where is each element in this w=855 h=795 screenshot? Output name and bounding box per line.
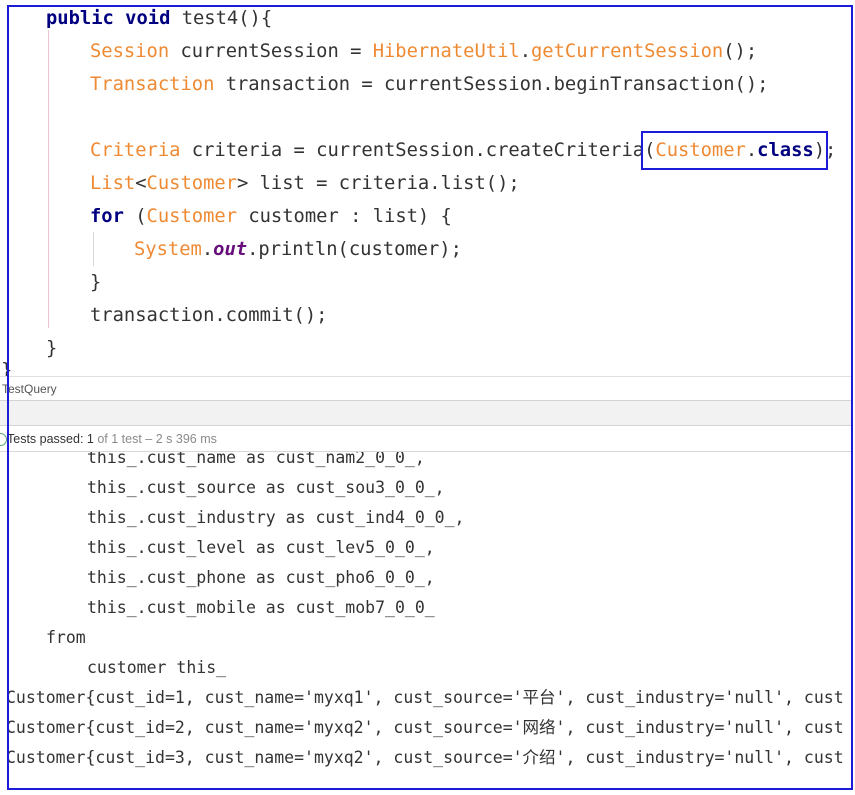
code-text: criteria = currentSession.createCriteria <box>180 140 645 161</box>
type-name-list: List <box>90 173 136 194</box>
code-text: ( <box>644 140 656 161</box>
type-name-customer: Customer <box>655 140 746 161</box>
code-text: .println(customer); <box>247 239 462 260</box>
console-line: Customer{cust_id=2, cust_name='myxq2', c… <box>6 718 844 737</box>
console-line: this_.cust_industry as cust_ind4_0_0_, <box>87 508 465 527</box>
console-line: Customer{cust_id=1, cust_name='myxq1', c… <box>6 688 844 707</box>
code-line: } <box>0 266 853 299</box>
code-text: . <box>519 41 531 62</box>
panel-divider <box>0 376 853 377</box>
type-name-hibernateutil: HibernateUtil <box>372 41 520 62</box>
type-name-transaction: Transaction <box>90 74 215 95</box>
code-line: } <box>0 332 853 365</box>
keyword-for: for <box>90 206 124 227</box>
code-lines: public void test4(){ Session currentSess… <box>0 2 853 365</box>
ide-window: public void test4(){ Session currentSess… <box>0 0 855 795</box>
static-field-out: out <box>213 239 248 260</box>
method-signature: test4(){ <box>170 8 273 29</box>
console-line: this_.cust_source as cust_sou3_0_0_, <box>87 478 445 497</box>
test-run-tab[interactable]: TestQuery <box>2 382 57 396</box>
code-line: Criteria criteria = currentSession.creat… <box>0 134 853 167</box>
code-text: transaction = currentSession.beginTransa… <box>214 74 769 95</box>
code-line: transaction.commit(); <box>0 299 853 332</box>
type-name-customer: Customer <box>146 206 238 227</box>
code-text: (); <box>723 41 758 62</box>
highlight-box: (Customer.class) <box>644 140 825 161</box>
code-text: . <box>201 239 214 260</box>
console-output[interactable]: this_.cust_name as cust_nam2_0_0_, this_… <box>0 452 852 788</box>
console-line: from <box>46 628 86 647</box>
code-text: transaction.commit(); <box>90 305 328 326</box>
code-text: } <box>46 338 58 359</box>
keyword-void: void <box>125 8 171 29</box>
status-detail: of 1 test – 2 s 396 ms <box>97 432 217 446</box>
keyword-class: class <box>757 140 814 161</box>
console-line: Customer{cust_id=3, cust_name='myxq2', c… <box>6 748 844 767</box>
code-line: List<Customer> list = criteria.list(); <box>0 167 853 200</box>
type-name-customer: Customer <box>146 173 238 194</box>
test-status-bar: Tests passed: 1 of 1 test – 2 s 396 ms <box>0 432 853 447</box>
code-text: currentSession = <box>169 41 373 62</box>
type-name-system: System <box>134 239 202 260</box>
code-text: > list = criteria.list(); <box>237 173 520 194</box>
code-text: ) <box>813 140 826 161</box>
code-line: public void test4(){ <box>0 2 853 35</box>
method-call-getcurrentsession: getCurrentSession <box>531 41 724 62</box>
test-toolbar <box>0 400 853 426</box>
code-text: customer : list) { <box>237 206 452 227</box>
console-line: this_.cust_phone as cust_pho6_0_0_, <box>87 568 435 587</box>
console-line: this_.cust_mobile as cust_mob7_0_0_ <box>87 598 435 617</box>
console-line: this_.cust_name as cust_nam2_0_0_, <box>87 452 425 467</box>
code-line: Transaction transaction = currentSession… <box>0 68 853 101</box>
console-line: customer this_ <box>87 658 227 677</box>
test-passed-icon <box>0 433 7 446</box>
code-line: Session currentSession = HibernateUtil.g… <box>0 35 853 68</box>
code-text: } <box>90 272 102 293</box>
keyword-public: public <box>46 8 114 29</box>
code-line: for (Customer customer : list) { <box>0 200 853 233</box>
console-line: this_.cust_level as cust_lev5_0_0_, <box>87 538 435 557</box>
code-text: . <box>745 140 758 161</box>
code-line: System.out.println(customer); <box>0 233 853 266</box>
type-name-criteria: Criteria <box>90 140 181 161</box>
closing-brace: } <box>1 360 13 376</box>
passed-count: 1 <box>86 432 94 446</box>
type-name-session: Session <box>90 41 170 62</box>
code-text: < <box>135 173 147 194</box>
code-editor[interactable]: public void test4(){ Session currentSess… <box>0 0 853 376</box>
code-text: ( <box>123 206 147 227</box>
console-lines: this_.cust_name as cust_nam2_0_0_, this_… <box>0 452 852 773</box>
code-line-fragment: } <box>1 360 21 376</box>
status-label: Tests passed: <box>7 432 84 446</box>
